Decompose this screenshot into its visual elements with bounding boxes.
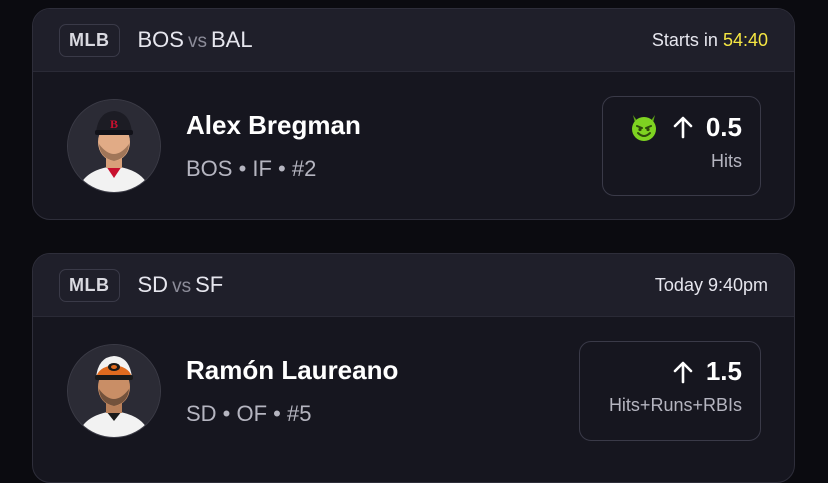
- projection-line: 0.5: [628, 111, 742, 143]
- home-team: BOS: [137, 27, 184, 52]
- vs-label: vs: [172, 276, 192, 297]
- player-info: BOS • IF • #2: [186, 156, 317, 181]
- away-team: SF: [195, 272, 224, 297]
- vs-label: vs: [187, 31, 207, 52]
- game-time: Today 9:40pm: [654, 274, 768, 295]
- arrow-up-icon: [672, 360, 694, 384]
- projection-box[interactable]: 1.5 Hits+Runs+RBIs: [579, 341, 761, 441]
- projection-line: 1.5: [672, 356, 742, 387]
- game-time: Starts in 54:40: [652, 30, 768, 51]
- projection-stat: Hits+Runs+RBIs: [608, 395, 742, 415]
- player-avatar: [67, 344, 161, 438]
- card-header: MLB SD vs SF Today 9:40pm: [33, 254, 794, 317]
- projection-card-2[interactable]: MLB SD vs SF Today 9:40pm Ramón Laureano S…: [32, 253, 795, 483]
- player-avatar: B: [67, 99, 161, 193]
- projection-value: 0.5: [705, 111, 742, 142]
- matchup: SD vs SF: [138, 272, 224, 298]
- league-badge: MLB: [59, 268, 120, 302]
- home-team: SD: [137, 272, 169, 297]
- arrow-up-icon: [672, 115, 694, 139]
- starts-in-label: Starts in: [651, 29, 718, 50]
- projection-value: 1.5: [705, 356, 742, 386]
- card-body: B Alex Bregman BOS • IF • #2 0.5 Hits: [33, 72, 794, 219]
- projection-card-1[interactable]: MLB BOS vs BAL Starts in 54:40 B Alex Br…: [32, 8, 795, 220]
- matchup: BOS vs BAL: [138, 27, 253, 53]
- devil-icon: [628, 111, 660, 143]
- countdown-timer: 54:40: [722, 29, 768, 50]
- svg-text:B: B: [110, 117, 118, 131]
- card-body: Ramón Laureano SD • OF • #5 1.5 Hits+Run…: [33, 317, 794, 465]
- player-name: Ramón Laureano: [186, 355, 399, 385]
- projection-stat: Hits: [711, 151, 742, 171]
- projection-box[interactable]: 0.5 Hits: [602, 96, 761, 196]
- league-badge: MLB: [59, 23, 120, 57]
- player-name: Alex Bregman: [186, 110, 361, 140]
- card-header: MLB BOS vs BAL Starts in 54:40: [33, 9, 794, 72]
- player-info: SD • OF • #5: [186, 401, 312, 426]
- away-team: BAL: [210, 27, 253, 52]
